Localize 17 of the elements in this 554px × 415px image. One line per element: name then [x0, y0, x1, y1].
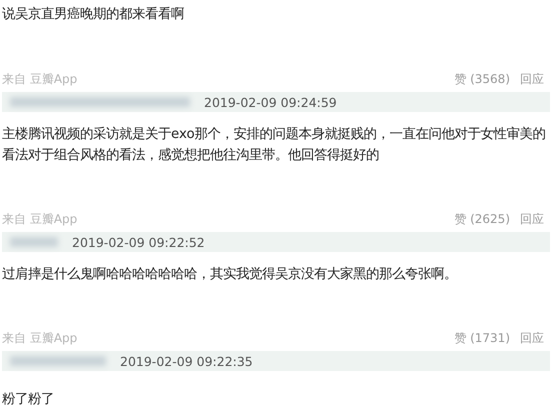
comment-text: 主楼腾讯视频的采访就是关于exo那个，安排的问题本身就挺贱的，一直在问他对于女性审美的看法对于组合风格的看法，感觉想把他往沟里带。他回答得挺好的	[2, 126, 547, 165]
reply-link[interactable]: 回应	[520, 210, 544, 228]
source-label: 来自 豆瓣App	[2, 210, 78, 228]
comment-text: 过肩摔是什么鬼啊哈哈哈哈哈哈哈，其实我觉得吴京没有大家黑的那么夸张啊。	[2, 266, 458, 284]
comment-text: 粉了粉了	[2, 391, 55, 409]
timestamp: 2019-02-09 09:22:35	[120, 354, 253, 368]
timestamp: 2019-02-09 09:24:59	[204, 94, 337, 110]
reply-link[interactable]: 回应	[520, 70, 544, 88]
like-link[interactable]: 赞 (2625)	[454, 210, 510, 228]
blurred-username	[10, 237, 58, 247]
comment-text: 说吴京直男癌晚期的都来看看啊	[2, 6, 185, 24]
reply-link[interactable]: 回应	[520, 330, 544, 346]
like-link[interactable]: 赞 (3568)	[454, 70, 510, 88]
source-label: 来自 豆瓣App	[2, 330, 78, 346]
timestamp: 2019-02-09 09:22:52	[72, 234, 205, 250]
like-link[interactable]: 赞 (1731)	[454, 330, 510, 346]
source-label: 来自 豆瓣App	[2, 70, 78, 88]
